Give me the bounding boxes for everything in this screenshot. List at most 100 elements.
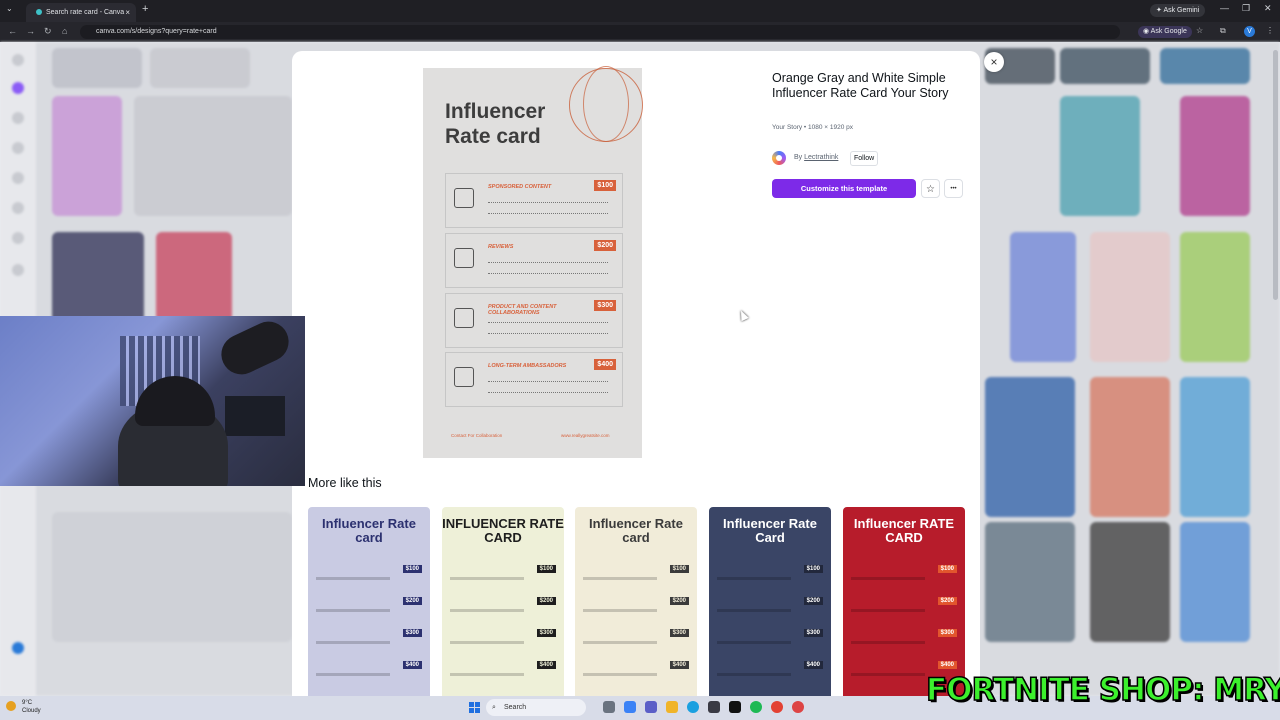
maximize-icon[interactable]: ❐ <box>1242 3 1250 14</box>
ask-gemini-button[interactable]: ✦ Ask Gemini <box>1150 4 1206 17</box>
more-options-icon[interactable]: ••• <box>944 179 963 198</box>
favorite-star-icon[interactable]: ☆ <box>921 179 940 198</box>
card-rate-line <box>851 577 925 580</box>
result-tile[interactable] <box>52 48 142 88</box>
file-explorer-icon[interactable] <box>666 701 678 713</box>
home-icon[interactable]: ⌂ <box>62 26 67 36</box>
result-tile[interactable] <box>1160 48 1250 84</box>
similar-template-card[interactable]: Influencer Rate card $100 $200 $300 $400 <box>575 507 697 696</box>
browser-menu-icon[interactable]: ⋮ <box>1266 26 1274 35</box>
rate-description <box>488 262 608 274</box>
windows-start-icon[interactable] <box>469 702 480 713</box>
result-tile[interactable] <box>52 232 144 322</box>
chrome-icon[interactable] <box>771 701 783 713</box>
author-link[interactable]: Lectrathink <box>804 154 838 161</box>
ambassador-icon <box>454 367 474 387</box>
close-window-icon[interactable]: ✕ <box>1264 3 1272 14</box>
similar-template-card[interactable]: Influencer Rate card $100 $200 $300 $400 <box>308 507 430 696</box>
card-rate-line <box>717 673 791 676</box>
similar-template-card[interactable]: Influencer Rate Card $100 $200 $300 $400 <box>709 507 831 696</box>
result-tile[interactable] <box>150 48 250 88</box>
result-tile[interactable] <box>134 96 292 216</box>
result-tile[interactable] <box>1060 48 1150 84</box>
back-icon[interactable]: ← <box>8 26 17 36</box>
canva-favicon-icon <box>36 9 42 16</box>
profile-avatar[interactable]: V <box>1244 26 1255 37</box>
sidebar-icon <box>12 142 24 154</box>
ask-google-button[interactable]: ◉ Ask Google <box>1138 26 1192 38</box>
result-tile[interactable] <box>1010 232 1076 362</box>
task-view-icon[interactable] <box>603 701 615 713</box>
rate-price: $400 <box>594 359 616 370</box>
result-tile[interactable] <box>1090 232 1170 362</box>
result-tile[interactable] <box>1060 96 1140 216</box>
result-tile[interactable] <box>1180 232 1250 362</box>
card-price: $300 <box>536 629 556 637</box>
extensions-icon[interactable]: ⧉ <box>1220 26 1226 36</box>
weather-widget[interactable]: 9°C Cloudy <box>6 699 41 715</box>
address-bar-row: ← → ↻ ⌂ canva.com/s/designs?query=rate+c… <box>0 22 1280 42</box>
tiktok-icon[interactable] <box>729 701 741 713</box>
card-price: $100 <box>402 565 422 573</box>
tab-menu-icon[interactable]: ⌄ <box>6 4 13 13</box>
follow-button[interactable]: Follow <box>850 151 879 166</box>
card-price: $200 <box>669 597 689 605</box>
tab-close-icon[interactable]: × <box>125 3 130 22</box>
spotify-icon[interactable] <box>750 701 762 713</box>
card-rate-line <box>583 673 657 676</box>
taskbar-search[interactable]: ⌕ Search <box>486 699 586 716</box>
card-rate-line <box>450 577 524 580</box>
result-tile[interactable] <box>985 522 1075 642</box>
new-tab-button[interactable]: + <box>142 3 148 15</box>
card-title: Influencer Rate card <box>322 516 416 545</box>
teams-icon[interactable] <box>645 701 657 713</box>
store-icon[interactable] <box>708 701 720 713</box>
webcam-monitor <box>225 396 285 436</box>
weather-icon <box>6 701 16 711</box>
result-tile[interactable] <box>52 512 292 642</box>
card-rate-line <box>316 673 390 676</box>
card-price: $300 <box>669 629 689 637</box>
edge-icon[interactable] <box>687 701 699 713</box>
card-price: $400 <box>402 661 422 669</box>
page-scrollbar[interactable] <box>1273 50 1278 300</box>
forward-icon[interactable]: → <box>26 26 35 36</box>
card-price: $100 <box>803 565 823 573</box>
sidebar-icon <box>12 642 24 654</box>
card-title: INFLUENCER RATE CARD <box>442 516 564 545</box>
copilot-icon[interactable] <box>624 701 636 713</box>
card-rate-line <box>450 641 524 644</box>
card-rate-line <box>450 673 524 676</box>
card-title: Influencer Rate card <box>589 516 683 545</box>
reload-icon[interactable]: ↻ <box>44 26 52 37</box>
template-preview-image: Influencer Rate card SPONSORED CONTENT $… <box>423 66 643 458</box>
card-rate-line <box>316 641 390 644</box>
checklist-icon <box>454 248 474 268</box>
sidebar-icon <box>12 112 24 124</box>
tab-canva[interactable]: Search rate card - Canva × <box>26 3 136 22</box>
result-tile[interactable] <box>1180 522 1250 642</box>
minimize-icon[interactable]: — <box>1220 3 1229 13</box>
webcam-overlay <box>0 316 305 486</box>
url-input[interactable]: canva.com/s/designs?query=rate+card <box>80 25 1120 39</box>
card-rate-line <box>717 609 791 612</box>
result-tile[interactable] <box>52 96 122 216</box>
result-tile[interactable] <box>1180 377 1250 517</box>
sidebar-icon <box>12 172 24 184</box>
app-icon[interactable] <box>792 701 804 713</box>
author-avatar[interactable] <box>772 151 786 165</box>
rate-label: SPONSORED CONTENT <box>488 184 552 190</box>
close-modal-button[interactable]: × <box>984 52 1004 72</box>
bookmark-star-icon[interactable]: ☆ <box>1196 26 1203 35</box>
result-tile[interactable] <box>1090 377 1170 517</box>
result-tile[interactable] <box>1090 522 1170 642</box>
card-price: $400 <box>536 661 556 669</box>
similar-template-card[interactable]: Influencer RATE CARD $100 $200 $300 $400 <box>843 507 965 696</box>
rate-label: REVIEWS <box>488 244 514 250</box>
result-tile[interactable] <box>156 232 232 322</box>
card-rate-line <box>583 641 657 644</box>
customize-template-button[interactable]: Customize this template <box>772 179 916 198</box>
result-tile[interactable] <box>1180 96 1250 216</box>
similar-template-card[interactable]: INFLUENCER RATE CARD $100 $200 $300 $400 <box>442 507 564 696</box>
result-tile[interactable] <box>985 377 1075 517</box>
